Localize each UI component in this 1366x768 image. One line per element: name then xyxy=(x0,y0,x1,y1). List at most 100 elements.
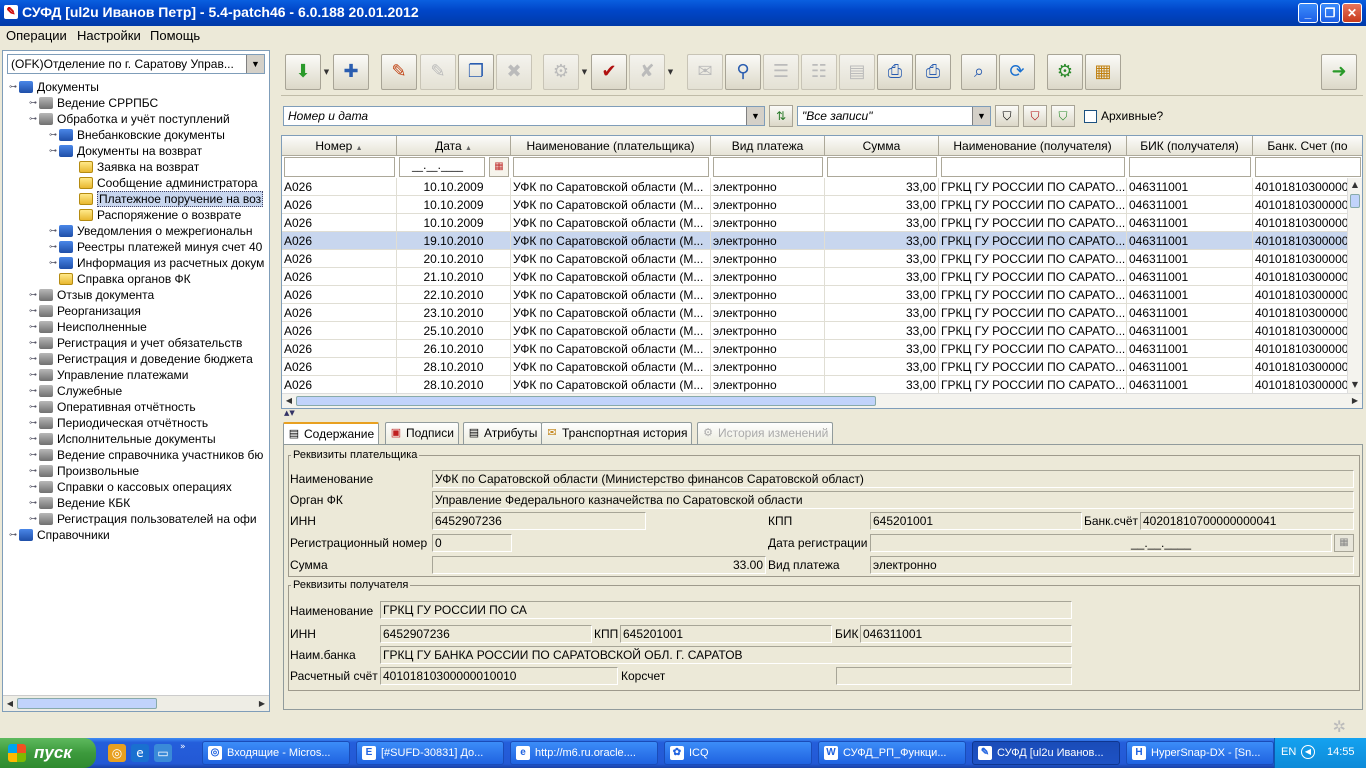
sort-select[interactable]: Номер и дата ▼ xyxy=(283,106,765,126)
expand-icon[interactable]: ⊶ xyxy=(29,95,39,111)
recipient-kpp-field[interactable]: 645201001 xyxy=(620,625,832,643)
table-row[interactable]: А026 19.10.2010 УФК по Саратовской области… xyxy=(282,232,1362,250)
column-filter-number[interactable] xyxy=(284,157,395,177)
tree-item[interactable]: ⊶ Информация из расчетных докум xyxy=(49,255,264,271)
tree-item[interactable]: ⊶ Документы xyxy=(9,79,99,95)
tree-item[interactable]: ⊶ Отзыв документа xyxy=(29,287,154,303)
scroll-up-icon[interactable]: ▲ xyxy=(1348,178,1362,192)
task-hypersnap[interactable]: H HyperSnap-DX - [Sn... xyxy=(1126,741,1274,765)
expand-icon[interactable]: ⊶ xyxy=(29,399,39,415)
scroll-thumb[interactable] xyxy=(1350,194,1360,208)
archive-checkbox[interactable] xyxy=(1084,110,1097,123)
tab-transport-history[interactable]: ✉ Транспортная история xyxy=(541,422,693,444)
send-button[interactable]: ✉ xyxy=(687,54,723,90)
expand-icon[interactable]: ⊶ xyxy=(49,223,59,239)
tree-item[interactable]: Сообщение администратора xyxy=(69,175,258,191)
copy-button[interactable]: ❐ xyxy=(458,54,494,90)
sort-direction-button[interactable]: ⇅ xyxy=(769,105,793,127)
table-row[interactable]: А026 22.10.2010 УФК по Саратовской области… xyxy=(282,286,1362,304)
print-button[interactable]: ⎙ xyxy=(915,54,951,90)
expand-icon[interactable]: ⊶ xyxy=(29,303,39,319)
table-horizontal-scrollbar[interactable]: ◀ ▶ xyxy=(282,393,1362,408)
column-filter-recipient-bik[interactable] xyxy=(1129,157,1251,177)
search-button[interactable]: ⌕ xyxy=(961,54,997,90)
minimize-button[interactable]: _ xyxy=(1298,3,1318,23)
expand-icon[interactable]: ⊶ xyxy=(29,511,39,527)
columns-button[interactable]: ▦ xyxy=(1085,54,1121,90)
column-header-recipient-bik[interactable]: БИК (получателя) xyxy=(1127,136,1253,156)
column-header-payment-type[interactable]: Вид платежа xyxy=(711,136,825,156)
tree-item[interactable]: ⊶ Служебные xyxy=(29,383,122,399)
expand-icon[interactable]: ⊶ xyxy=(29,431,39,447)
print-preview-button[interactable]: ⎙ xyxy=(877,54,913,90)
expand-icon[interactable]: ⊶ xyxy=(29,367,39,383)
sign-dropdown-icon[interactable]: ▼ xyxy=(666,54,675,90)
table-vertical-scrollbar[interactable]: ▲ ▼ xyxy=(1347,178,1362,394)
recipient-name-field[interactable]: ГРКЦ ГУ РОССИИ ПО СА xyxy=(380,601,1072,619)
task-browser[interactable]: e http://m6.ru.oracle.... xyxy=(510,741,658,765)
organization-select[interactable]: (OFK)Отделение по г. Саратову Управ... ▼ xyxy=(7,54,265,74)
messages-button[interactable]: ☷ xyxy=(801,54,837,90)
scroll-right-icon[interactable]: ▶ xyxy=(255,697,269,711)
edit-button[interactable]: ✎ xyxy=(381,54,417,90)
tree-item[interactable]: ⊶ Регистрация и доведение бюджета xyxy=(29,351,253,367)
tab-attributes[interactable]: ▤ Атрибуты xyxy=(463,422,543,444)
table-row[interactable]: А026 20.10.2010 УФК по Саратовской области… xyxy=(282,250,1362,268)
column-header-recipient-name[interactable]: Наименование (получателя) xyxy=(939,136,1127,156)
tab-content[interactable]: ▤ Содержание xyxy=(283,422,380,445)
column-filter-payer-name[interactable] xyxy=(513,157,709,177)
payer-regnum-field[interactable]: 0 xyxy=(432,534,512,552)
column-header-number[interactable]: Номер ▲ xyxy=(282,136,397,156)
scroll-thumb[interactable] xyxy=(17,698,157,709)
task-sufd[interactable]: ✎ СУФД [ul2u Иванов... xyxy=(972,741,1120,765)
tree-item[interactable]: Распоряжение о возврате xyxy=(69,207,241,223)
payer-inn-field[interactable]: 6452907236 xyxy=(432,512,646,530)
column-header-bank-account[interactable]: Банк. Счет (по xyxy=(1253,136,1362,156)
tree-item[interactable]: ⊶ Неисполненные xyxy=(29,319,147,335)
tree-item[interactable]: ⊶ Обработка и учёт поступлений xyxy=(29,111,230,127)
table-row[interactable]: А026 28.10.2010 УФК по Саратовской области… xyxy=(282,376,1362,394)
tree-item[interactable]: ⊶ Реорганизация xyxy=(29,303,141,319)
column-filter-amount[interactable] xyxy=(827,157,937,177)
expand-icon[interactable]: ⊶ xyxy=(49,143,59,159)
table-row[interactable]: А026 10.10.2009 УФК по Саратовской области… xyxy=(282,178,1362,196)
desktop-quicklaunch-icon[interactable]: ▭ xyxy=(154,744,172,762)
chevron-down-icon[interactable]: ▼ xyxy=(972,107,990,125)
close-button[interactable]: ✕ xyxy=(1342,3,1362,23)
task-icq[interactable]: ✿ ICQ xyxy=(664,741,812,765)
column-header-date[interactable]: Дата ▲ xyxy=(397,136,511,156)
quicklaunch-expand-icon[interactable]: » xyxy=(180,742,186,752)
expand-icon[interactable]: ⊶ xyxy=(49,127,59,143)
column-header-amount[interactable]: Сумма xyxy=(825,136,939,156)
tree-item[interactable]: ⊶ Регистрация и учет обязательств xyxy=(29,335,242,351)
process-button[interactable]: ⚙ xyxy=(543,54,579,90)
restore-button[interactable]: ❐ xyxy=(1320,3,1340,23)
expand-icon[interactable]: ⊶ xyxy=(9,527,19,543)
payer-regdate-field[interactable]: __.__.____ xyxy=(870,534,1332,552)
tree-item[interactable]: ⊶ Управление платежами xyxy=(29,367,189,383)
records-filter-select[interactable]: "Все записи" ▼ xyxy=(797,106,991,126)
tree-item[interactable]: ⊶ Регистрация пользователей на офи xyxy=(29,511,257,527)
menu-operations[interactable]: Операции xyxy=(6,28,67,43)
table-row[interactable]: А026 28.10.2010 УФК по Саратовской области… xyxy=(282,358,1362,376)
scroll-left-icon[interactable]: ◀ xyxy=(3,697,17,711)
new-document-button[interactable]: ✚ xyxy=(333,54,369,90)
task-outlook[interactable]: ◎ Входящие - Micros... xyxy=(202,741,350,765)
tray-expand-icon[interactable]: ◀ xyxy=(1301,745,1315,759)
chevron-down-icon[interactable]: ▼ xyxy=(746,107,764,125)
unsign-button[interactable]: ✘ xyxy=(629,54,665,90)
comment-button[interactable]: ☰ xyxy=(763,54,799,90)
tree-item[interactable]: ⊶ Периодическая отчётность xyxy=(29,415,208,431)
scroll-thumb[interactable] xyxy=(296,396,876,406)
recipient-account-field[interactable]: 40101810300000010010 xyxy=(380,667,618,685)
tree-item[interactable]: ⊶ Справки о кассовых операциях xyxy=(29,479,232,495)
expand-icon[interactable]: ⊶ xyxy=(29,463,39,479)
column-header-payer-name[interactable]: Наименование (плательщика) xyxy=(511,136,711,156)
tree-item[interactable]: ⊶ Документы на возврат xyxy=(49,143,202,159)
tree-item[interactable]: ⊶ Ведение справочника участников бю xyxy=(29,447,263,463)
filter-button[interactable]: ⛉ xyxy=(995,105,1019,127)
calendar-icon[interactable]: ▦ xyxy=(489,157,509,177)
archive-button[interactable]: ▤ xyxy=(839,54,875,90)
column-filter-date[interactable]: __.__.____ xyxy=(399,157,485,177)
delete-button[interactable]: ✖ xyxy=(496,54,532,90)
